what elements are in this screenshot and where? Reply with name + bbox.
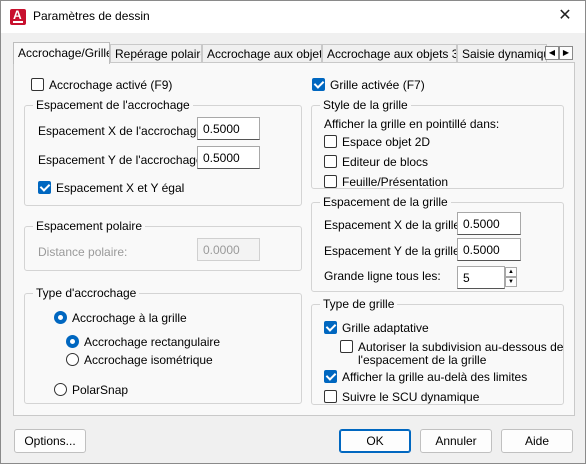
tab-dynamic-input[interactable]: Saisie dynamique	[457, 44, 547, 63]
polar-spacing-title: Espacement polaire	[33, 219, 146, 233]
grid-behavior-group: Type de grille Grille adaptative Autoris…	[311, 297, 564, 405]
snap-type-title: Type d'accrochage	[33, 286, 140, 300]
snap-x-label: Espacement X de l'accrochage:	[38, 124, 207, 138]
radio-selected-icon	[66, 335, 79, 348]
polar-spacing-group: Espacement polaire Distance polaire: 0.0…	[24, 219, 302, 271]
snap-x-input[interactable]: 0.5000	[197, 117, 260, 140]
spin-up-icon[interactable]: ▲	[505, 267, 517, 277]
major-line-input[interactable]: 5	[457, 266, 505, 289]
checkbox-checked-icon	[324, 321, 337, 334]
help-button[interactable]: Aide	[501, 429, 573, 453]
title-bar: A Paramètres de dessin ✕	[1, 1, 585, 33]
snap-type-group: Type d'accrochage Accrochage à la grille…	[24, 286, 302, 404]
cancel-button[interactable]: Annuler	[420, 429, 492, 453]
grid-y-input[interactable]: 0.5000	[457, 238, 521, 261]
snap-y-input[interactable]: 0.5000	[197, 146, 260, 169]
checkbox-icon	[324, 390, 337, 403]
tab-object-snap[interactable]: Accrochage aux objets	[202, 44, 322, 63]
polar-distance-input[interactable]: 0.0000	[197, 238, 260, 261]
window-title: Paramètres de dessin	[33, 9, 150, 23]
grid-x-input[interactable]: 0.5000	[457, 212, 521, 235]
snap-spacing-group: Espacement de l'accrochage Espacement X …	[24, 98, 302, 206]
checkbox-checked-icon	[38, 181, 51, 194]
radio-selected-icon	[54, 311, 67, 324]
checkbox-checked-icon	[324, 370, 337, 383]
snap-y-label: Espacement Y de l'accrochage:	[38, 153, 206, 167]
ok-button[interactable]: OK	[339, 429, 411, 453]
radio-icon	[54, 383, 67, 396]
tab-scroll-left-icon[interactable]: ◀	[545, 46, 559, 60]
tab-scroll-right-icon[interactable]: ▶	[559, 46, 573, 60]
close-button[interactable]: ✕	[545, 1, 585, 31]
major-line-label: Grande ligne tous les:	[324, 269, 441, 283]
grid-x-label: Espacement X de la grille:	[324, 218, 464, 232]
grid-spacing-title: Espacement de la grille	[320, 195, 451, 209]
spin-down-icon[interactable]: ▼	[505, 277, 517, 287]
grid-behavior-title: Type de grille	[320, 297, 398, 311]
tab-strip: Accrochage/Grille Repérage polaire Accro…	[13, 42, 559, 64]
polar-distance-label: Distance polaire:	[38, 245, 128, 259]
autocad-logo-icon: A	[10, 8, 26, 25]
drawing-settings-dialog: A Paramètres de dessin ✕ Accrochage/Gril…	[0, 0, 586, 464]
major-line-spinner[interactable]: ▲ ▼	[505, 267, 517, 287]
grid-y-label: Espacement Y de la grille:	[324, 244, 463, 258]
checkbox-checked-icon	[312, 78, 325, 91]
grid-spacing-group: Espacement de la grille Espacement X de …	[311, 195, 564, 292]
snap-grid-panel: Accrochage activé (F9) Espacement de l'a…	[13, 62, 575, 416]
checkbox-icon	[324, 155, 337, 168]
grid-style-group: Style de la grille Afficher la grille en…	[311, 98, 564, 189]
checkbox-icon	[324, 135, 337, 148]
grid-style-subtitle: Afficher la grille en pointillé dans:	[324, 117, 500, 131]
grid-style-title: Style de la grille	[320, 98, 411, 112]
snap-spacing-title: Espacement de l'accrochage	[33, 98, 193, 112]
tab-polar-tracking[interactable]: Repérage polaire	[110, 44, 202, 63]
checkbox-icon	[31, 78, 44, 91]
checkbox-icon	[324, 175, 337, 188]
options-button[interactable]: Options...	[14, 429, 86, 453]
tab-snap-grid[interactable]: Accrochage/Grille	[13, 42, 110, 64]
checkbox-icon	[340, 340, 353, 353]
radio-icon	[66, 353, 79, 366]
tab-3d-object-snap[interactable]: Accrochage aux objets 3D	[322, 44, 457, 63]
